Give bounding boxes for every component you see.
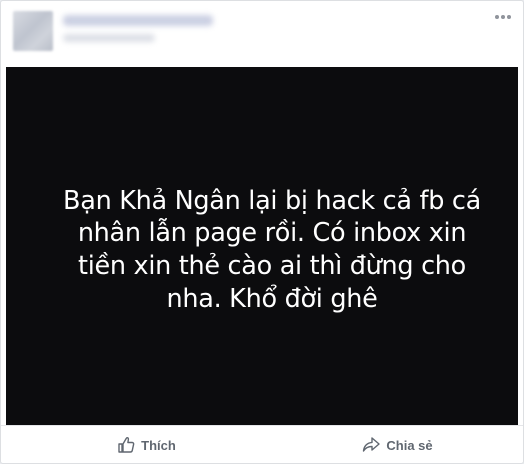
post-card: Bạn Khả Ngân lại bị hack cả fb cá nhân l… bbox=[0, 0, 524, 464]
more-options-icon[interactable] bbox=[495, 15, 511, 21]
post-image-text: Bạn Khả Ngân lại bị hack cả fb cá nhân l… bbox=[63, 185, 481, 314]
post-meta-blurred bbox=[63, 34, 155, 42]
author-name-blurred[interactable] bbox=[63, 15, 213, 26]
post-actions-bar: Thích Chia sẻ bbox=[1, 425, 523, 463]
like-button[interactable]: Thích bbox=[1, 426, 272, 463]
share-label: Chia sẻ bbox=[386, 437, 433, 453]
share-button[interactable]: Chia sẻ bbox=[272, 426, 523, 463]
post-image[interactable]: Bạn Khả Ngân lại bị hack cả fb cá nhân l… bbox=[6, 67, 518, 425]
like-label: Thích bbox=[141, 437, 176, 453]
author-avatar[interactable] bbox=[13, 11, 53, 51]
share-arrow-icon bbox=[363, 437, 381, 452]
thumbs-up-icon bbox=[118, 437, 135, 453]
post-header bbox=[1, 1, 523, 67]
